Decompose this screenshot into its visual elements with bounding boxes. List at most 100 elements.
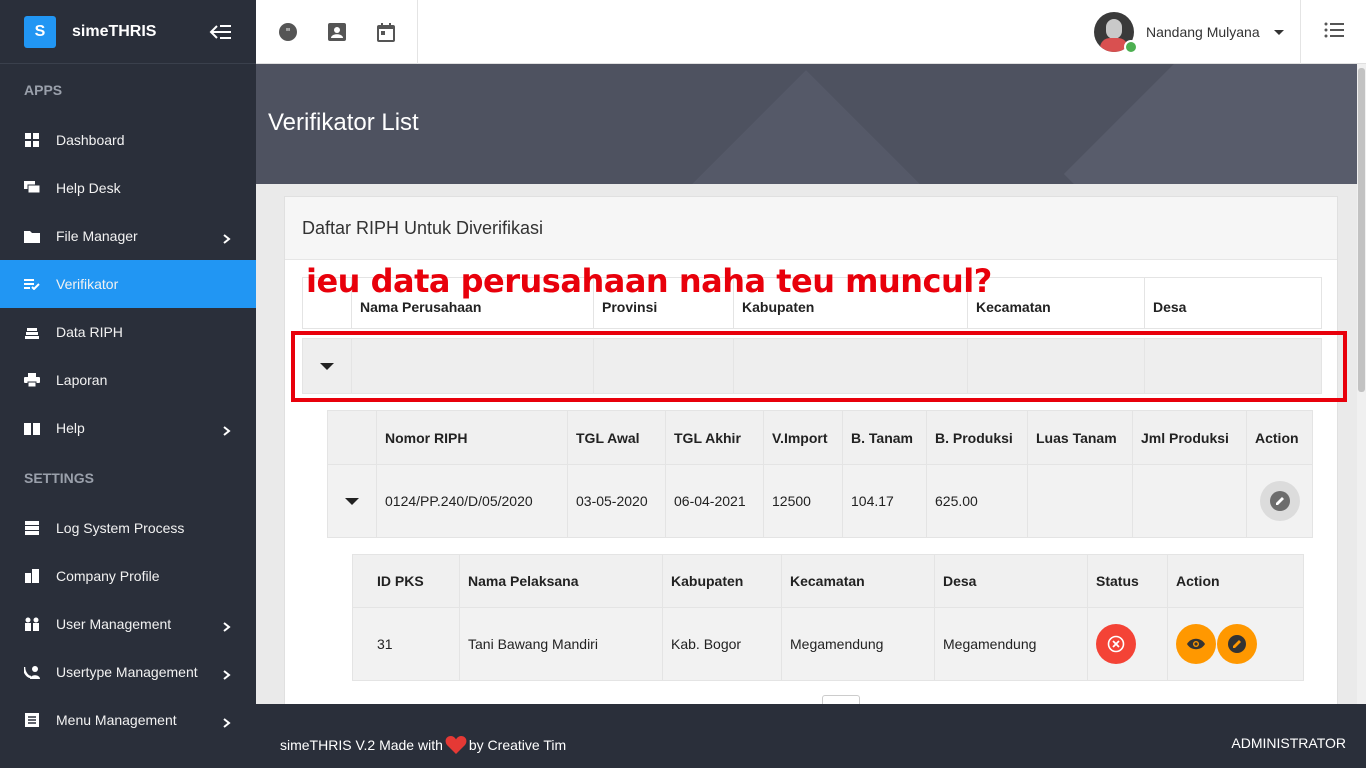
chat-bubble-icon[interactable]: " [278,22,298,42]
edit-pks-button[interactable] [1217,624,1257,664]
building-icon [24,568,40,584]
sidebar-item-help[interactable]: Help [0,404,256,452]
expand-toggle[interactable] [328,465,377,537]
card-title: Daftar RIPH Untuk Diverifikasi [302,217,544,238]
scrollbar-thumb[interactable] [1358,68,1365,392]
collapse-sidebar-icon[interactable] [208,20,232,44]
caret-down-icon[interactable] [1273,29,1284,35]
column-header: Desa [1153,299,1187,315]
action-cell [1247,465,1312,537]
brand-name[interactable]: simeTHRIS [72,23,156,41]
section-label-settings: SETTINGS [24,470,95,486]
sidebar-item-label: Laporan [56,372,108,388]
sidebar-item-label: Data RIPH [56,324,123,340]
pks-table-header: ID PKS Nama Pelaksana Kabupaten Kecamata… [352,554,1304,608]
svg-text:": " [285,26,290,39]
column-header: Desa [935,555,1088,607]
footer-text-prefix: simeTHRIS V.2 Made with [280,737,443,753]
pks-id: 31 [353,608,460,680]
sidebar-item-company-profile[interactable]: Company Profile [0,552,256,600]
sidebar-item-label: Dashboard [56,132,125,148]
column-header: Nama Pelaksana [460,555,663,607]
online-status-icon [1124,40,1138,54]
list-menu-icon[interactable] [1324,22,1344,42]
pencil-icon [1228,635,1246,653]
riph-number: 0124/PP.240/D/05/2020 [377,465,568,537]
sidebar-item-dashboard[interactable]: Dashboard [0,116,256,164]
sidebar-item-label: Company Profile [56,568,160,584]
sidebar-item-user-management[interactable]: User Management [0,600,256,648]
sidebar-item-label: Log System Process [56,520,185,536]
contact-card-icon[interactable] [327,22,347,42]
sidebar-item-usertype-management[interactable]: Usertype Management [0,648,256,696]
view-pks-button[interactable] [1176,624,1216,664]
book-icon [24,420,40,436]
column-header: Kecamatan [782,555,935,607]
table-row[interactable]: 0124/PP.240/D/05/2020 03-05-2020 06-04-2… [327,465,1313,538]
sidebar-item-label: Verifikator [56,276,119,292]
b-produksi: 625.00 [927,465,1028,537]
folder-icon [24,228,40,244]
top-bar-shortcuts: " [256,0,418,64]
sidebar: S simeTHRIS APPS Dashboard Help Desk Fil… [0,0,256,768]
section-label-apps: APPS [24,82,63,98]
expand-column-header [328,411,377,464]
user-name[interactable]: Nandang Mulyana [1146,24,1260,40]
vertical-scrollbar[interactable] [1357,64,1366,704]
sidebar-item-laporan[interactable]: Laporan [0,356,256,404]
sidebar-item-file-manager[interactable]: File Manager [0,212,256,260]
menu-list-icon [24,712,40,728]
luas-tanam [1028,465,1133,537]
status-cell [1088,608,1168,680]
column-header: ID PKS [353,555,460,607]
v-import: 12500 [764,465,843,537]
chevron-right-icon [222,619,232,632]
chevron-right-icon [222,667,232,680]
dashboard-icon [24,132,40,148]
edit-riph-button[interactable] [1259,481,1300,521]
status-rejected-button[interactable] [1096,624,1136,664]
footer-text-suffix[interactable]: by Creative Tim [469,737,566,753]
column-header: Action [1255,429,1299,446]
sidebar-item-label: File Manager [56,228,138,244]
b-tanam: 104.17 [843,465,927,537]
heart-icon [445,735,467,755]
stack-icon [24,324,40,340]
eye-icon [1187,638,1205,650]
sidebar-item-help-desk[interactable]: Help Desk [0,164,256,212]
action-cell [1168,608,1303,680]
footer-role: ADMINISTRATOR [1231,735,1346,751]
chat-icon [24,180,40,196]
column-header: Jml Produksi [1133,411,1247,464]
table-row[interactable]: 31 Tani Bawang Mandiri Kab. Bogor Megame… [352,608,1304,681]
riph-table-header: Nomor RIPH TGL Awal TGL Akhir V.Import B… [327,410,1313,465]
column-header: TGL Awal [568,411,666,464]
column-header: Luas Tanam [1028,411,1133,464]
user-menu[interactable]: Nandang Mulyana [1094,10,1284,54]
kabupaten: Kab. Bogor [663,608,782,680]
page-header: Verifikator List [256,64,1366,184]
checklist-icon [24,276,40,292]
storage-icon [24,520,40,536]
sidebar-item-label: Menu Management [56,712,177,728]
print-icon [24,372,40,388]
column-header: B. Produksi [927,411,1028,464]
card-header: Daftar RIPH Untuk Diverifikasi [285,197,1337,260]
sidebar-item-verifikator[interactable]: Verifikator [0,260,256,308]
jml-produksi [1133,465,1247,537]
sidebar-item-log-system-process[interactable]: Log System Process [0,504,256,552]
sidebar-item-data-riph[interactable]: Data RIPH [0,308,256,356]
triangle-down-icon[interactable] [345,497,359,505]
brand-logo[interactable]: S [24,15,56,48]
calendar-icon[interactable] [376,22,396,42]
kecamatan: Megamendung [782,608,935,680]
close-circle-icon [1107,635,1125,653]
people-icon [24,616,40,632]
tgl-awal: 03-05-2020 [568,465,666,537]
sidebar-item-menu-management[interactable]: Menu Management [0,696,256,744]
sidebar-item-label: User Management [56,616,172,632]
footer: simeTHRIS V.2 Made with by Creative Tim … [256,704,1366,768]
annotation-text: ieu data perusahaan naha teu muncul? [306,262,992,300]
footer-credits: simeTHRIS V.2 Made with by Creative Tim [280,735,566,755]
desa: Megamendung [935,608,1088,680]
